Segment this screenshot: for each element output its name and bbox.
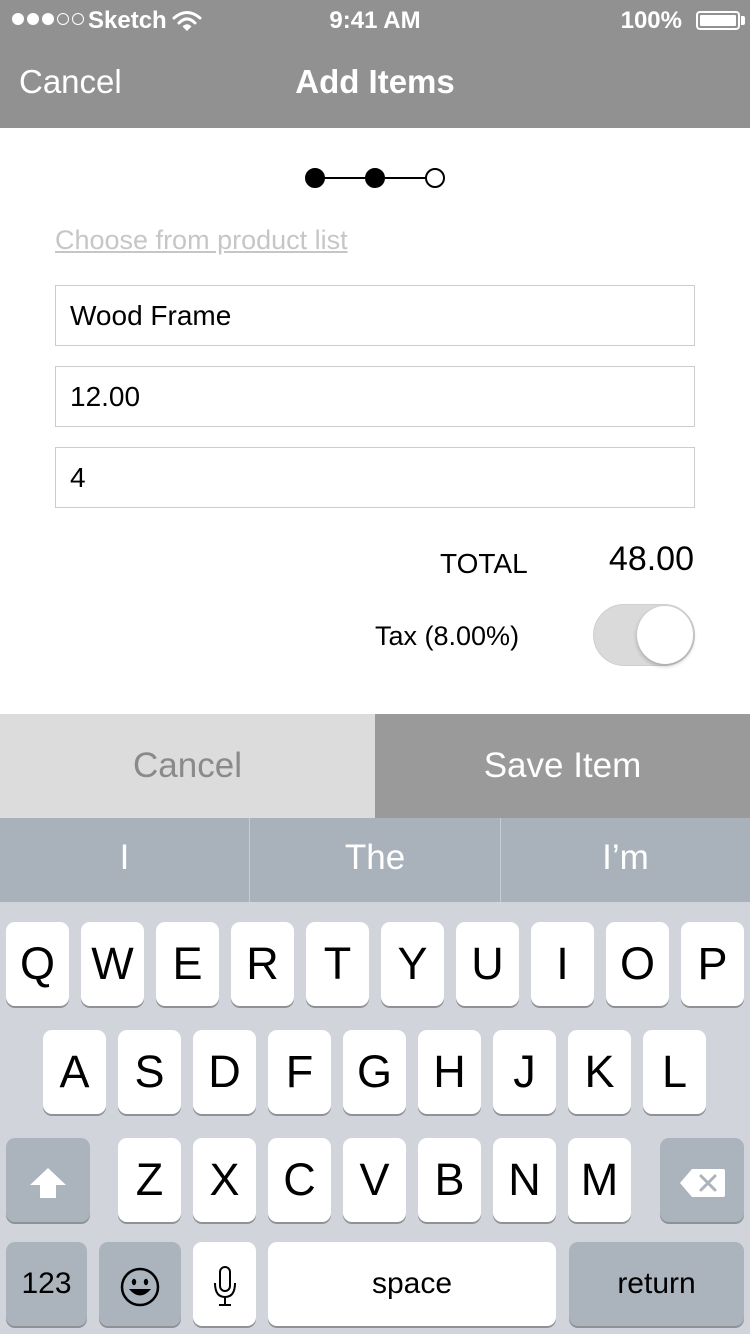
battery-tip	[741, 16, 745, 25]
suggestion-3[interactable]: I’m	[501, 818, 750, 902]
microphone-icon	[213, 1266, 236, 1307]
key-q[interactable]: Q	[6, 922, 69, 1006]
emoji-icon	[120, 1267, 160, 1307]
step-2-dot	[365, 168, 385, 188]
key-g[interactable]: G	[343, 1030, 406, 1114]
page-title: Add Items	[295, 63, 455, 100]
tax-toggle[interactable]	[593, 604, 695, 666]
key-y[interactable]: Y	[381, 922, 444, 1006]
step-connector	[323, 177, 365, 179]
emoji-key[interactable]	[99, 1242, 181, 1326]
key-c[interactable]: C	[268, 1138, 331, 1222]
return-key[interactable]: return	[569, 1242, 744, 1326]
tax-label: Tax (8.00%)	[375, 621, 520, 651]
key-j[interactable]: J	[493, 1030, 556, 1114]
key-a[interactable]: A	[43, 1030, 106, 1114]
step-connector	[385, 177, 427, 179]
toggle-knob	[637, 606, 693, 664]
key-b[interactable]: B	[418, 1138, 481, 1222]
key-n[interactable]: N	[493, 1138, 556, 1222]
key-f[interactable]: F	[268, 1030, 331, 1114]
key-z[interactable]: Z	[118, 1138, 181, 1222]
step-1-dot	[305, 168, 325, 188]
cancel-button[interactable]: Cancel	[0, 714, 375, 818]
step-progress-indicator	[303, 166, 447, 190]
space-key[interactable]: space	[268, 1242, 556, 1326]
delete-key[interactable]	[660, 1138, 744, 1222]
step-3-dot	[425, 168, 445, 188]
key-d[interactable]: D	[193, 1030, 256, 1114]
key-r[interactable]: R	[231, 922, 294, 1006]
key-i[interactable]: I	[531, 922, 594, 1006]
save-item-button[interactable]: Save Item	[375, 714, 750, 818]
battery-level	[700, 15, 736, 26]
key-o[interactable]: O	[606, 922, 669, 1006]
key-v[interactable]: V	[343, 1138, 406, 1222]
key-k[interactable]: K	[568, 1030, 631, 1114]
keyboard: Q W E R T Y U I O P A S D F G H J K L Z …	[0, 902, 750, 1334]
shift-key[interactable]	[6, 1138, 90, 1222]
key-m[interactable]: M	[568, 1138, 631, 1222]
total-value: 48.00	[608, 540, 694, 578]
key-u[interactable]: U	[456, 922, 519, 1006]
item-name-field[interactable]: Wood Frame	[55, 285, 695, 346]
status-bar: Sketch 9:41 AM 100%	[0, 0, 750, 40]
predictive-text-bar: I The I’m	[0, 818, 750, 902]
backspace-icon	[680, 1169, 725, 1198]
key-l[interactable]: L	[643, 1030, 706, 1114]
key-x[interactable]: X	[193, 1138, 256, 1222]
item-quantity-field[interactable]: 4	[55, 447, 695, 508]
key-t[interactable]: T	[306, 922, 369, 1006]
key-h[interactable]: H	[418, 1030, 481, 1114]
key-p[interactable]: P	[681, 922, 744, 1006]
numbers-key[interactable]: 123	[6, 1242, 87, 1326]
suggestion-2[interactable]: The	[250, 818, 500, 902]
item-price-field[interactable]: 12.00	[55, 366, 695, 427]
key-w[interactable]: W	[81, 922, 144, 1006]
suggestion-1[interactable]: I	[0, 818, 249, 902]
key-e[interactable]: E	[156, 922, 219, 1006]
battery-icon	[696, 11, 740, 30]
total-label: TOTAL	[440, 548, 528, 579]
shift-icon	[30, 1168, 66, 1199]
choose-product-list-link[interactable]: Choose from product list	[55, 225, 348, 256]
battery-percentage: 100%	[620, 7, 682, 34]
header: Sketch 9:41 AM 100% Cancel Add Items	[0, 0, 750, 128]
key-s[interactable]: S	[118, 1030, 181, 1114]
dictation-key[interactable]	[193, 1242, 256, 1326]
